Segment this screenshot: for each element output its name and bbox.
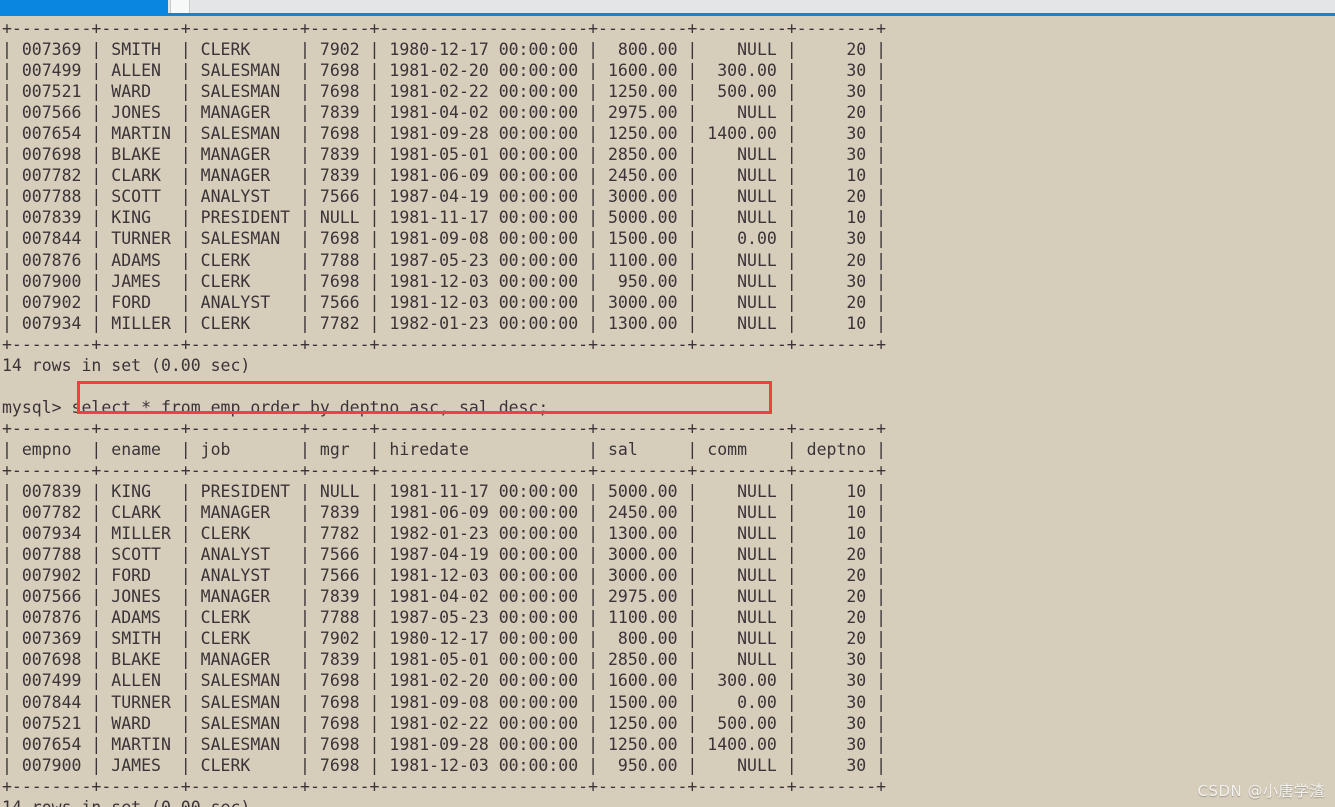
terminal-line: | 007788 | SCOTT | ANALYST | 7566 | 1987… [2,187,887,207]
terminal-line: | 007369 | SMITH | CLERK | 7902 | 1980-1… [2,40,887,60]
terminal-line: | 007876 | ADAMS | CLERK | 7788 | 1987-0… [2,608,887,628]
terminal-line: | 007521 | WARD | SALESMAN | 7698 | 1981… [2,82,887,102]
terminal-line: | 007566 | JONES | MANAGER | 7839 | 1981… [2,103,887,123]
terminal-line: | 007839 | KING | PRESIDENT | NULL | 198… [2,208,887,228]
terminal-line: | 007369 | SMITH | CLERK | 7902 | 1980-1… [2,629,887,649]
terminal-line: mysql> select * from emp order by deptno… [2,397,549,417]
terminal-line: | 007499 | ALLEN | SALESMAN | 7698 | 198… [2,671,887,691]
terminal-line: | 007782 | CLARK | MANAGER | 7839 | 1981… [2,166,887,186]
terminal-line: | 007788 | SCOTT | ANALYST | 7566 | 1987… [2,545,887,565]
terminal-line: +--------+--------+-----------+------+--… [2,334,887,354]
terminal-line: | 007499 | ALLEN | SALESMAN | 7698 | 198… [2,61,887,81]
csdn-watermark: CSDN @小唐学渣 [1197,782,1325,800]
browser-tab-strip-segment[interactable] [170,0,190,13]
terminal-line: +--------+--------+-----------+------+--… [2,418,887,438]
terminal-line: | 007654 | MARTIN | SALESMAN | 7698 | 19… [2,124,887,144]
terminal-line: | 007844 | TURNER | SALESMAN | 7698 | 19… [2,692,887,712]
terminal-line: 14 rows in set (0.00 sec) [2,355,251,375]
terminal-line: | 007566 | JONES | MANAGER | 7839 | 1981… [2,587,887,607]
terminal-line: | 007782 | CLARK | MANAGER | 7839 | 1981… [2,503,887,523]
terminal-line: | 007900 | JAMES | CLERK | 7698 | 1981-1… [2,755,887,775]
terminal-line: | 007902 | FORD | ANALYST | 7566 | 1981-… [2,292,887,312]
browser-top-bar [0,0,1335,14]
terminal-line: 14 rows in set (0.00 sec) [2,797,1335,807]
terminal-line: | 007934 | MILLER | CLERK | 7782 | 1982-… [2,313,887,333]
mysql-terminal-output[interactable]: +--------+--------+-----------+------+--… [0,16,1335,807]
page-load-progress-bar [0,0,168,13]
terminal-line: | 007698 | BLAKE | MANAGER | 7839 | 1981… [2,145,887,165]
terminal-line: | 007934 | MILLER | CLERK | 7782 | 1982-… [2,524,887,544]
terminal-line: | 007902 | FORD | ANALYST | 7566 | 1981-… [2,566,887,586]
terminal-line: | 007839 | KING | PRESIDENT | NULL | 198… [2,482,887,502]
terminal-line: | 007698 | BLAKE | MANAGER | 7839 | 1981… [2,650,887,670]
terminal-line: | empno | ename | job | mgr | hiredate |… [2,439,887,459]
terminal-line: | 007844 | TURNER | SALESMAN | 7698 | 19… [2,229,887,249]
terminal-line: +--------+--------+-----------+------+--… [2,776,887,796]
terminal-line: +--------+--------+-----------+------+--… [2,19,887,38]
terminal-line: | 007654 | MARTIN | SALESMAN | 7698 | 19… [2,734,887,754]
terminal-line: | 007876 | ADAMS | CLERK | 7788 | 1987-0… [2,250,887,270]
terminal-line: +--------+--------+-----------+------+--… [2,460,887,480]
terminal-line: | 007521 | WARD | SALESMAN | 7698 | 1981… [2,713,887,733]
terminal-line: | 007900 | JAMES | CLERK | 7698 | 1981-1… [2,271,887,291]
